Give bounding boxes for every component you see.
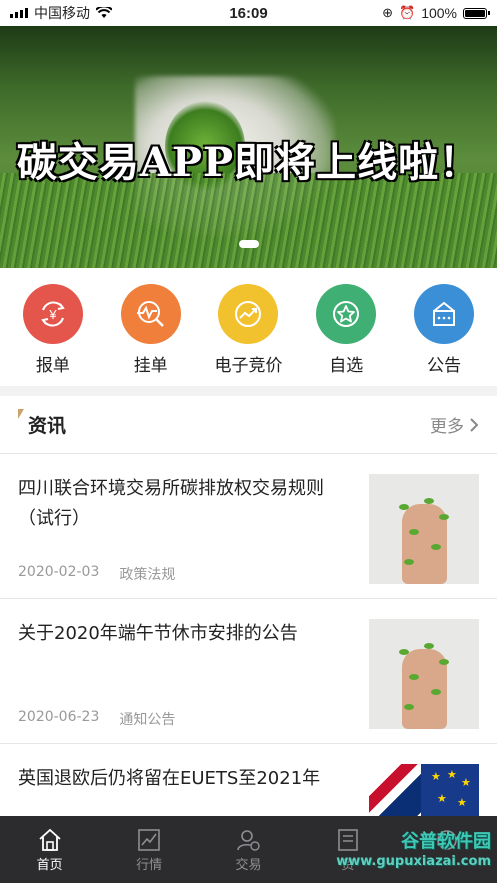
action-label: 挂单 (133, 356, 168, 376)
quick-actions: ¥ 报单 挂单 电子竞价 自选 公告 (0, 268, 497, 386)
market-chart-icon (138, 829, 160, 851)
news-header: 资讯 更多 (0, 396, 497, 454)
orientation-lock-icon: ⊕ (382, 5, 393, 20)
home-icon (39, 828, 61, 851)
wifi-icon (96, 7, 112, 18)
tab-home[interactable]: 首页 (5, 816, 95, 873)
banner-title: 碳交易APP即将上线啦！ (16, 139, 481, 186)
svg-text:¥: ¥ (48, 307, 57, 322)
news-item-text: 四川联合环境交易所碳排放权交易规则（试行） 2020-02-03 政策法规 (18, 474, 338, 598)
news-item[interactable]: 四川联合环境交易所碳排放权交易规则（试行） 2020-02-03 政策法规 (0, 454, 497, 599)
news-category: 通知公告 (119, 712, 176, 728)
star-icon (316, 284, 377, 344)
more-label: 更多 (430, 417, 464, 437)
battery-icon (463, 7, 490, 19)
tab-trade[interactable]: 交易 (203, 816, 293, 873)
action-label: 电子竞价 (214, 356, 283, 376)
news-headline: 关于2020年端午节休市安排的公告 (18, 623, 298, 644)
action-label: 自选 (329, 356, 364, 376)
news-item[interactable]: 英国退欧后仍将留在EUETS至2021年 ★ ★ ★ ★ ★ (0, 744, 497, 816)
action-guadan[interactable]: 挂单 (106, 268, 196, 386)
more-link[interactable]: 更多 (430, 412, 479, 437)
news-item-text: 关于2020年端午节休市安排的公告 2020-06-23 通知公告 (18, 619, 338, 743)
yen-cycle-icon: ¥ (22, 284, 83, 344)
news-headline: 英国退欧后仍将留在EUETS至2021年 (18, 768, 321, 789)
watermark-name: 谷普软件园 (401, 831, 491, 852)
action-label: 报单 (35, 356, 70, 376)
news-date: 2020-02-03 (18, 564, 100, 580)
announcement-icon (414, 284, 475, 344)
promo-banner[interactable]: 碳交易APP即将上线啦！ (0, 26, 497, 268)
news-category: 政策法规 (119, 567, 176, 583)
news-headline: 四川联合环境交易所碳排放权交易规则（试行） (18, 478, 324, 529)
trend-icon (218, 284, 279, 344)
news-meta: 2020-02-03 政策法规 (18, 564, 338, 584)
battery-percent: 100% (421, 5, 457, 21)
news-section-title: 资讯 (18, 409, 66, 438)
status-bar: 中国移动 16:09 ⊕ ⏰ 100% (0, 0, 497, 26)
action-announcement[interactable]: 公告 (399, 268, 489, 386)
action-baodan[interactable]: ¥ 报单 (8, 268, 98, 386)
news-section: 资讯 更多 四川联合环境交易所碳排放权交易规则（试行） 2020-02-03 政… (0, 396, 497, 816)
fist-plant-thumbnail (369, 474, 479, 584)
chart-search-icon (120, 284, 181, 344)
tab-label: 首页 (36, 858, 63, 873)
chevron-right-icon (470, 417, 479, 432)
tab-label: 行情 (136, 858, 163, 873)
watermark-url: www.gupuxiazai.com (336, 854, 491, 869)
action-favorites[interactable]: 自选 (301, 268, 391, 386)
news-item[interactable]: 关于2020年端午节休市安排的公告 2020-06-23 通知公告 (0, 599, 497, 744)
signal-icon (10, 8, 28, 18)
watermark-logo: 谷普软件园 www.gupuxiazai.com (336, 832, 491, 872)
fist-plant-thumbnail (369, 619, 479, 729)
news-item-text: 英国退欧后仍将留在EUETS至2021年 (18, 764, 338, 816)
action-auction[interactable]: 电子竞价 (203, 268, 293, 386)
tab-market[interactable]: 行情 (104, 816, 194, 873)
alarm-icon: ⏰ (399, 5, 416, 20)
uk-eu-flag-thumbnail: ★ ★ ★ ★ ★ (369, 764, 479, 816)
status-left: 中国移动 (10, 3, 112, 23)
action-label: 公告 (427, 356, 462, 376)
carousel-indicator[interactable] (239, 240, 259, 248)
carrier-label: 中国移动 (34, 5, 90, 21)
news-date: 2020-06-23 (18, 709, 100, 725)
tab-label: 交易 (235, 858, 262, 873)
status-right: ⊕ ⏰ 100% (382, 5, 490, 21)
user-trade-icon (237, 830, 261, 851)
news-meta: 2020-06-23 通知公告 (18, 709, 338, 729)
